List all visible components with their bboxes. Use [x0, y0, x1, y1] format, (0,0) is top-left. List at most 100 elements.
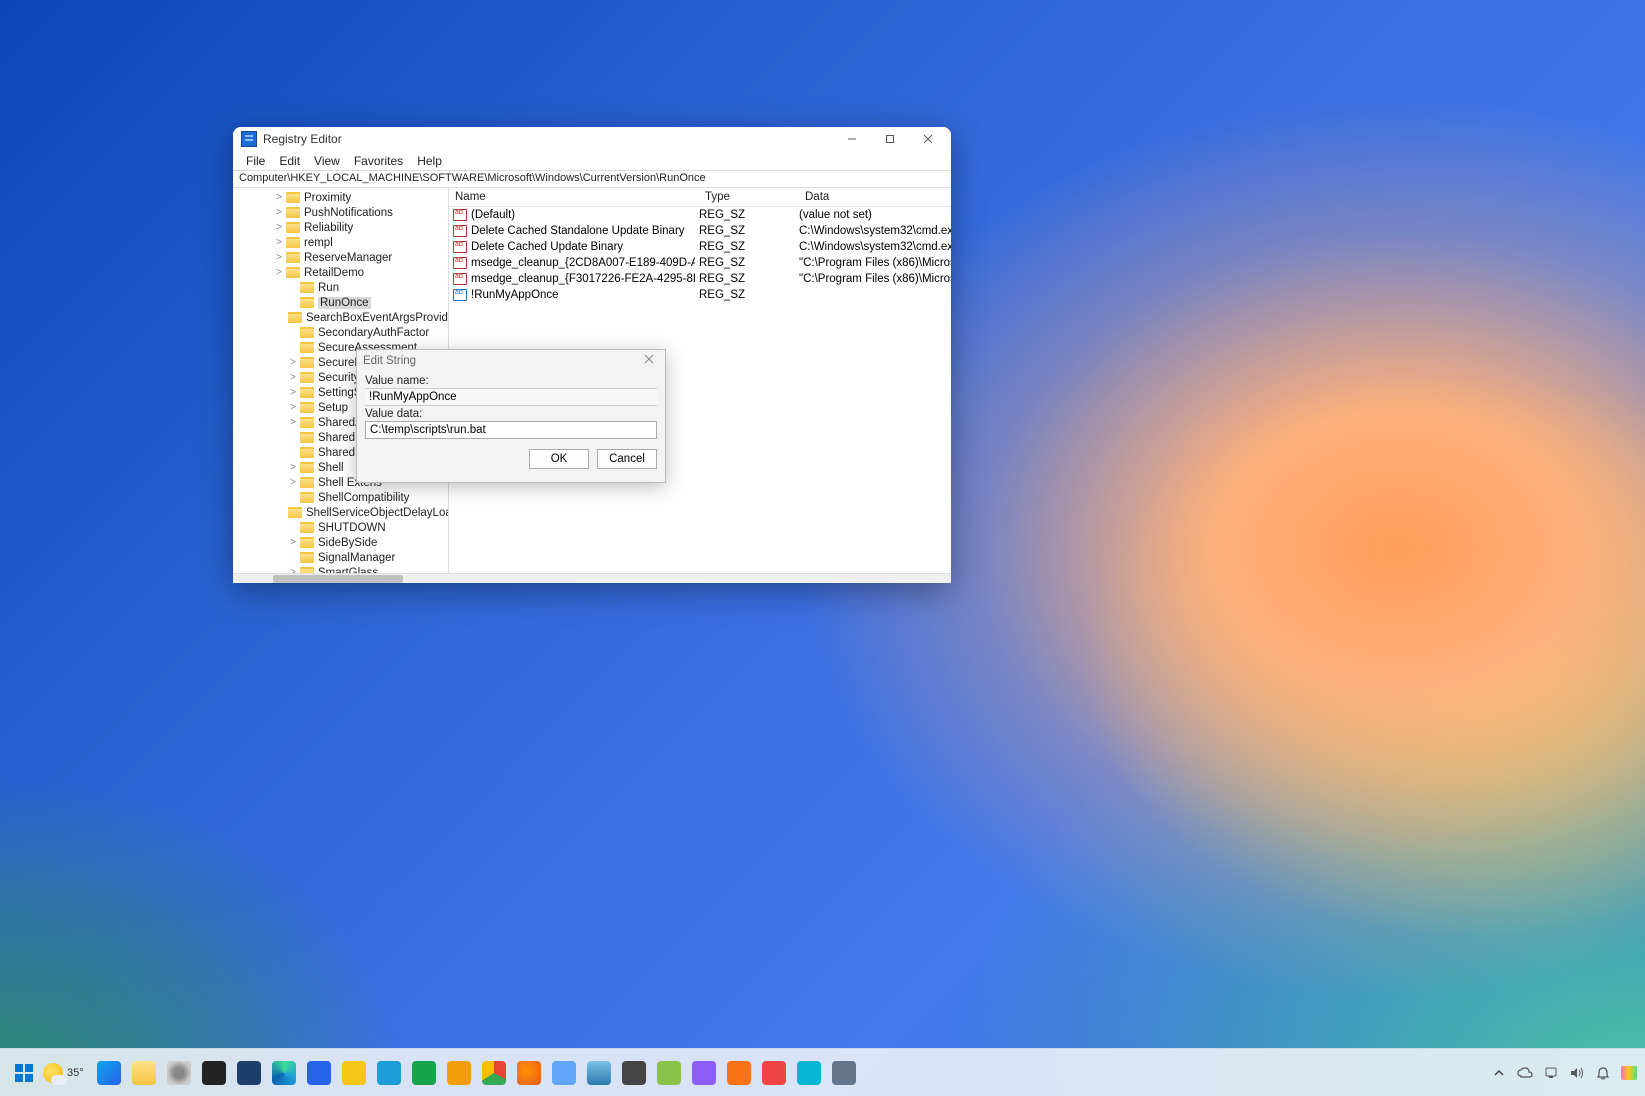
value-row[interactable]: !RunMyAppOnceREG_SZ [449, 287, 951, 303]
expand-icon[interactable]: > [287, 462, 299, 473]
menu-file[interactable]: File [239, 152, 272, 170]
col-type[interactable]: Type [699, 191, 799, 203]
value-name-field [365, 388, 657, 406]
tree-item[interactable]: ShellServiceObjectDelayLoad [233, 505, 448, 520]
taskbar-edge[interactable] [268, 1057, 300, 1089]
expand-icon[interactable]: > [287, 402, 299, 413]
expand-icon[interactable]: > [287, 567, 299, 573]
value-row[interactable]: Delete Cached Update BinaryREG_SZC:\Wind… [449, 239, 951, 255]
menu-edit[interactable]: Edit [272, 152, 307, 170]
taskbar-edge-dev[interactable] [408, 1057, 440, 1089]
expand-icon[interactable]: > [287, 417, 299, 428]
expand-icon[interactable]: > [287, 357, 299, 368]
taskbar-chrome-canary[interactable] [443, 1057, 475, 1089]
taskbar-todo[interactable] [303, 1057, 335, 1089]
expand-icon[interactable]: > [273, 252, 285, 263]
taskbar-chrome[interactable] [478, 1057, 510, 1089]
taskbar-app3[interactable] [758, 1057, 790, 1089]
start-button[interactable] [8, 1057, 40, 1089]
tree-item[interactable]: SHUTDOWN [233, 520, 448, 535]
value-row[interactable]: Delete Cached Standalone Update BinaryRE… [449, 223, 951, 239]
folder-icon [286, 267, 300, 278]
list-header[interactable]: Name Type Data [449, 188, 951, 207]
taskbar-app1[interactable] [688, 1057, 720, 1089]
tree-item[interactable]: SignalManager [233, 550, 448, 565]
value-row[interactable]: msedge_cleanup_{2CD8A007-E189-409D-A2C8-… [449, 255, 951, 271]
tree-item[interactable]: >PushNotifications [233, 205, 448, 220]
expand-icon[interactable]: > [273, 237, 285, 248]
value-name: (Default) [471, 209, 515, 221]
taskbar-notes[interactable] [548, 1057, 580, 1089]
menu-help[interactable]: Help [410, 152, 449, 170]
scrollbar-thumb[interactable] [273, 575, 403, 583]
tree-item-label: RunOnce [318, 297, 371, 309]
titlebar[interactable]: Registry Editor [233, 127, 951, 151]
expand-icon[interactable]: > [273, 267, 285, 278]
notifications-icon[interactable] [1595, 1065, 1611, 1081]
expand-icon[interactable]: > [287, 477, 299, 488]
expand-icon[interactable]: > [287, 372, 299, 383]
weather-widget[interactable]: 35° [43, 1063, 84, 1083]
tree-item[interactable]: >ReserveManager [233, 250, 448, 265]
tray-chevron-icon[interactable] [1491, 1065, 1507, 1081]
expand-icon[interactable]: > [287, 387, 299, 398]
edge-beta-icon [377, 1061, 401, 1085]
volume-icon[interactable] [1569, 1065, 1585, 1081]
tree-item[interactable]: >SmartGlass [233, 565, 448, 573]
update-icon[interactable] [1543, 1065, 1559, 1081]
value-type: REG_SZ [695, 289, 795, 301]
tree-item[interactable]: RunOnce [233, 295, 448, 310]
taskbar-app5[interactable] [828, 1057, 860, 1089]
expand-icon[interactable]: > [287, 537, 299, 548]
minimize-button[interactable] [833, 127, 871, 151]
tree-scrollbar[interactable] [233, 573, 951, 583]
taskbar-edge-canary[interactable] [338, 1057, 370, 1089]
onedrive-icon[interactable] [1517, 1065, 1533, 1081]
tree-item[interactable]: >SideBySide [233, 535, 448, 550]
taskbar-app4[interactable] [793, 1057, 825, 1089]
taskbar-terminal[interactable] [198, 1057, 230, 1089]
value-row[interactable]: msedge_cleanup_{F3017226-FE2A-4295-8BDF-… [449, 271, 951, 287]
taskbar-powershell[interactable] [233, 1057, 265, 1089]
menu-favorites[interactable]: Favorites [347, 152, 410, 170]
tree-item[interactable]: ShellCompatibility [233, 490, 448, 505]
value-data-field[interactable] [365, 421, 657, 439]
folder-icon [300, 417, 314, 428]
cancel-button[interactable]: Cancel [597, 449, 657, 469]
expand-icon[interactable]: > [273, 192, 285, 203]
tree-item[interactable]: >Proximity [233, 190, 448, 205]
tree-item-label: Setup [318, 402, 348, 414]
dialog-titlebar[interactable]: Edit String [357, 350, 665, 371]
tree-item[interactable]: > Reliability [233, 220, 448, 235]
folder-icon [300, 402, 314, 413]
taskbar-npp[interactable] [653, 1057, 685, 1089]
col-data[interactable]: Data [799, 191, 951, 203]
ok-button[interactable]: OK [529, 449, 589, 469]
taskbar-settings[interactable] [163, 1057, 195, 1089]
taskbar-start[interactable] [93, 1057, 125, 1089]
close-button[interactable] [909, 127, 947, 151]
tree-item[interactable]: SecondaryAuthFactor [233, 325, 448, 340]
tree-item[interactable]: >RetailDemo [233, 265, 448, 280]
taskbar[interactable]: 35° [0, 1048, 1645, 1096]
menu-view[interactable]: View [307, 152, 347, 170]
tree-item-label: SearchBoxEventArgsProvider [306, 312, 449, 324]
tree-item[interactable]: >rempl [233, 235, 448, 250]
taskbar-photos[interactable] [583, 1057, 615, 1089]
taskbar-winget[interactable] [618, 1057, 650, 1089]
tree-item[interactable]: SearchBoxEventArgsProvider [233, 310, 448, 325]
maximize-button[interactable] [871, 127, 909, 151]
col-name[interactable]: Name [449, 191, 699, 203]
taskbar-explorer[interactable] [128, 1057, 160, 1089]
tray-app-icon[interactable] [1621, 1065, 1637, 1081]
expand-icon[interactable]: > [273, 207, 285, 218]
tree-item-label: Reliability [304, 222, 353, 234]
taskbar-app2[interactable] [723, 1057, 755, 1089]
taskbar-firefox[interactable] [513, 1057, 545, 1089]
dialog-close-button[interactable] [639, 354, 659, 367]
tree-item[interactable]: Run [233, 280, 448, 295]
address-bar[interactable]: Computer\HKEY_LOCAL_MACHINE\SOFTWARE\Mic… [233, 170, 951, 188]
value-row[interactable]: (Default)REG_SZ(value not set) [449, 207, 951, 223]
expand-icon[interactable]: > [273, 222, 285, 233]
taskbar-edge-beta[interactable] [373, 1057, 405, 1089]
